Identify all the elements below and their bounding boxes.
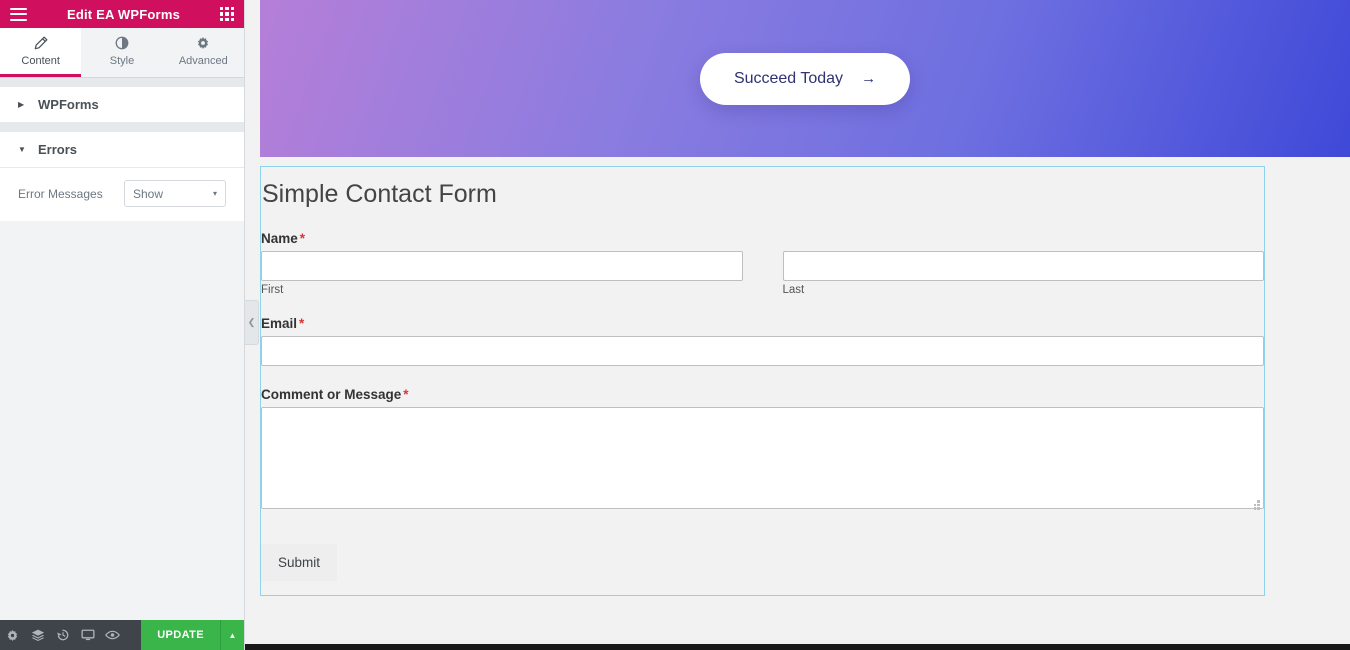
editor-canvas: Succeed Today → Simple Contact Form Name…: [245, 0, 1350, 650]
canvas-content: Succeed Today → Simple Contact Form Name…: [260, 0, 1350, 596]
grid-icon[interactable]: [220, 7, 234, 21]
email-input[interactable]: [261, 336, 1264, 366]
last-name-input[interactable]: [782, 251, 1264, 281]
submit-button[interactable]: Submit: [261, 544, 338, 581]
history-revisions-icon[interactable]: [50, 620, 75, 650]
name-last-col: Last: [782, 251, 1264, 296]
field-name-label: Name *: [261, 231, 1264, 246]
panel-title: Edit EA WPForms: [66, 6, 181, 22]
chevron-down-icon: ▼: [18, 144, 26, 154]
responsive-mode-icon[interactable]: [75, 620, 100, 650]
wpforms-form: Simple Contact Form Name * First Last Em…: [261, 167, 1264, 595]
preview-eye-icon[interactable]: [100, 620, 125, 650]
panel-empty-space: [0, 221, 244, 620]
succeed-today-button[interactable]: Succeed Today →: [699, 52, 911, 105]
control-error-messages: Error Messages Show ▾: [18, 180, 226, 207]
tab-advanced[interactable]: Advanced: [163, 28, 244, 77]
field-message: Comment or Message *: [261, 387, 1264, 514]
gear-icon: [196, 36, 210, 51]
first-name-sublabel: First: [261, 284, 284, 296]
field-name-label-text: Name: [261, 231, 298, 246]
panel-collapse-toggle[interactable]: ❮: [245, 300, 259, 345]
section-divider: [0, 78, 244, 87]
panel-header: Edit EA WPForms: [0, 0, 244, 28]
required-asterisk: *: [403, 387, 409, 402]
tab-content[interactable]: Content: [0, 28, 82, 77]
section-errors-label: Errors: [38, 142, 78, 157]
name-row: First Last: [261, 251, 1264, 296]
update-button[interactable]: UPDATE: [141, 620, 220, 650]
tab-style-label: Style: [109, 54, 135, 67]
section-wpforms[interactable]: ▶ WPForms: [0, 87, 244, 123]
elementor-panel: Edit EA WPForms Content Style Advanced ▶…: [0, 0, 245, 650]
name-first-col: First: [261, 251, 743, 296]
elementor-editor: Edit EA WPForms Content Style Advanced ▶…: [0, 0, 1350, 650]
last-name-sublabel: Last: [782, 284, 805, 296]
message-textarea[interactable]: [261, 407, 1264, 509]
hamburger-icon[interactable]: [10, 7, 27, 21]
succeed-today-label: Succeed Today: [733, 69, 844, 87]
error-messages-value: Show: [133, 186, 164, 201]
required-asterisk: *: [299, 231, 306, 246]
tab-content-label: Content: [21, 54, 60, 67]
hero-section: Succeed Today →: [260, 0, 1350, 157]
section-errors-body: Error Messages Show ▾: [0, 168, 244, 221]
wpforms-widget[interactable]: Simple Contact Form Name * First Last Em…: [260, 166, 1265, 596]
tab-style[interactable]: Style: [81, 28, 162, 77]
contrast-icon: [115, 36, 129, 51]
arrow-right-icon: →: [861, 70, 877, 87]
field-email: Email *: [261, 316, 1264, 366]
section-divider: [0, 123, 244, 132]
navigator-layers-icon[interactable]: [25, 620, 50, 650]
settings-gear-icon[interactable]: [0, 620, 25, 650]
field-email-label: Email *: [261, 316, 1264, 331]
first-name-input[interactable]: [261, 251, 743, 281]
error-messages-select[interactable]: Show ▾: [124, 180, 226, 207]
panel-footer: UPDATE ▲: [0, 620, 244, 650]
page-footer-bar: [245, 644, 1350, 650]
required-asterisk: *: [299, 316, 305, 331]
field-email-label-text: Email: [261, 316, 298, 331]
update-options-caret[interactable]: ▲: [220, 620, 244, 650]
panel-tabs: Content Style Advanced: [0, 28, 244, 78]
message-textarea-wrap: [261, 407, 1264, 514]
field-message-label-text: Comment or Message: [261, 387, 402, 402]
pencil-icon: [34, 36, 48, 51]
chevron-down-icon: ▾: [212, 189, 217, 198]
tab-advanced-label: Advanced: [178, 54, 228, 67]
field-name: Name * First Last: [261, 231, 1264, 296]
section-errors[interactable]: ▼ Errors: [0, 132, 244, 168]
field-message-label: Comment or Message *: [261, 387, 1264, 402]
section-wpforms-label: WPForms: [38, 97, 99, 112]
form-title: Simple Contact Form: [262, 180, 497, 208]
error-messages-label: Error Messages: [18, 186, 103, 201]
chevron-right-icon: ▶: [18, 99, 25, 109]
